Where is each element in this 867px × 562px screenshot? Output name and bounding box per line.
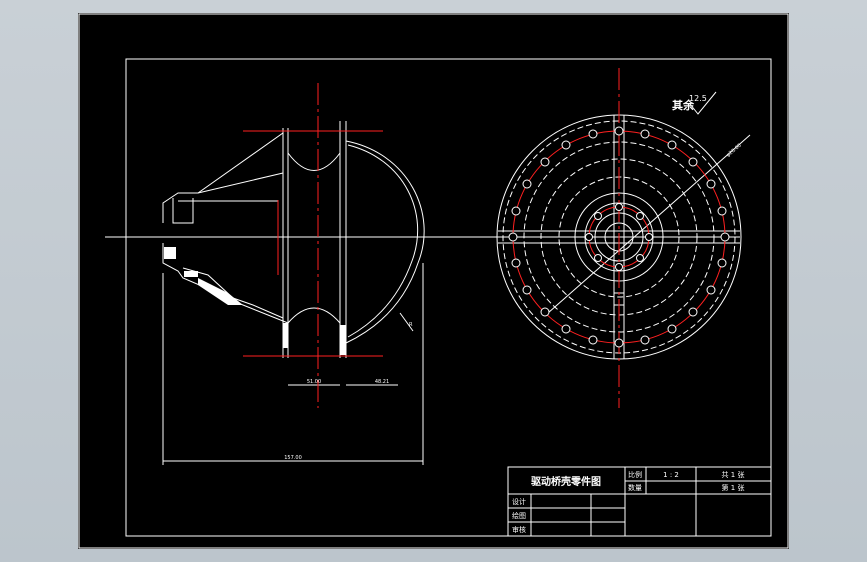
flange-top [172, 198, 194, 224]
bolt-hole [614, 338, 624, 348]
hatch-4 [283, 323, 288, 348]
bolt-hole [706, 285, 716, 295]
bolt-hole [511, 258, 521, 268]
material-label: 数量 [628, 483, 642, 492]
bolt-hole-inner [636, 254, 644, 262]
hatch-3 [198, 278, 243, 305]
app-background: 51.00 48.21 157.00 R φ20.00 其余 12.5 驱动桥壳… [0, 0, 867, 562]
bolt-hole [540, 157, 550, 167]
inner-arc-top [287, 152, 341, 171]
bolt-hole-inner [594, 212, 602, 220]
bolt-hole [540, 307, 550, 317]
bolt-hole [706, 179, 716, 189]
bolt-hole [522, 285, 532, 295]
dim-text-1: 51.00 [307, 379, 321, 385]
bolt-hole-inner [615, 263, 623, 271]
section-centerlines [243, 83, 383, 408]
bolt-hole [511, 206, 521, 216]
bolt-hole-inner [615, 203, 623, 211]
bolt-hole [522, 179, 532, 189]
hatch-2 [184, 271, 198, 277]
scale-label: 比例 [628, 470, 642, 479]
dim-text-radius: R [409, 322, 413, 328]
bolt-hole [688, 157, 698, 167]
diameter-leader [547, 134, 751, 314]
bolt-hole-inner [585, 233, 593, 241]
drawing-svg: 51.00 48.21 157.00 R φ20.00 其余 12.5 驱动桥壳… [78, 13, 789, 549]
sheet-index: 第 1 张 [722, 483, 745, 492]
bolt-hole [640, 129, 650, 139]
section-hatch [164, 247, 346, 355]
cad-drawing-canvas[interactable]: 51.00 48.21 157.00 R φ20.00 其余 12.5 驱动桥壳… [78, 13, 789, 549]
diameter-label: φ20.00 [725, 143, 742, 159]
bolt-hole [667, 324, 677, 334]
scale-value: 1 : 2 [663, 471, 679, 479]
bolt-hole [561, 324, 571, 334]
dim-text-overall: 157.00 [284, 455, 302, 461]
sheet-total: 共 1 张 [722, 470, 745, 479]
bolt-hole [588, 129, 598, 139]
front-centerlines [512, 68, 726, 408]
bolt-hole [720, 232, 730, 242]
section-view [105, 121, 498, 465]
body-top-outline [162, 132, 284, 231]
bolt-hole [614, 126, 624, 136]
bolt-hole [640, 335, 650, 345]
bolt-hole [667, 140, 677, 150]
drawing-title: 驱动桥壳零件图 [531, 475, 601, 488]
dim-text-2: 48.21 [375, 379, 389, 385]
bolt-hole [688, 307, 698, 317]
bolt-hole-inner [645, 233, 653, 241]
bolt-hole [588, 335, 598, 345]
front-view [496, 114, 751, 360]
bowl-inner [347, 144, 419, 338]
sheet-outer-border [78, 13, 789, 549]
bolt-hole [508, 232, 518, 242]
roughness-value: 12.5 [689, 94, 707, 103]
hatch-1 [164, 247, 176, 259]
bolt-hole [717, 258, 727, 268]
bolt-hole-inner [636, 212, 644, 220]
bolt-hole [717, 206, 727, 216]
check-label: 审核 [512, 525, 526, 534]
body-bottom-outline [162, 243, 289, 324]
bolt-hole-inner [594, 254, 602, 262]
design-label: 设计 [512, 497, 526, 506]
inner-arc-bottom [287, 307, 341, 324]
bowl-outline [345, 140, 425, 344]
hatch-5 [340, 325, 346, 355]
bolt-hole [561, 140, 571, 150]
draw-label: 绘图 [512, 511, 526, 520]
rib-line-2 [197, 172, 284, 194]
